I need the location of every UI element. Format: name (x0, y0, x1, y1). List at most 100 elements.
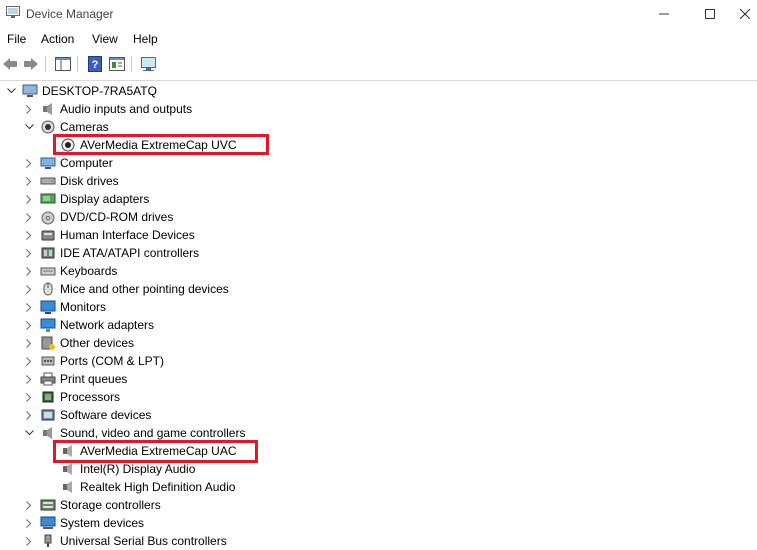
camera-icon (41, 120, 55, 134)
tree-category-item[interactable]: Ports (COM & LPT) (40, 352, 164, 370)
device-tree: DESKTOP-7RA5ATQ Audio inputs and outputs… (0, 80, 757, 548)
console-tree-icon (55, 57, 71, 71)
tree-item-label: Processors (60, 390, 121, 404)
computer-icon (22, 84, 38, 97)
minimize-button[interactable] (641, 0, 687, 28)
chevron-right-icon (26, 500, 32, 510)
expand-toggle[interactable] (24, 374, 34, 384)
tree-device-item[interactable]: Realtek High Definition Audio (60, 478, 235, 496)
properties-button[interactable] (108, 55, 126, 73)
tree-item-label: Intel(R) Display Audio (80, 462, 196, 476)
tree-item-label: Disk drives (60, 174, 119, 188)
tree-category-item[interactable]: IDE ATA/ATAPI controllers (40, 244, 199, 262)
expand-toggle[interactable] (24, 248, 34, 258)
tree-category-item[interactable]: Human Interface Devices (40, 226, 195, 244)
highlight-box-camera (53, 134, 269, 155)
expand-toggle[interactable] (24, 410, 34, 420)
tree-item-label: Ports (COM & LPT) (60, 354, 165, 368)
menu-view[interactable]: View (92, 32, 118, 46)
chevron-down-icon (6, 88, 16, 94)
expand-toggle[interactable] (24, 104, 34, 114)
expand-toggle[interactable] (24, 266, 34, 276)
menu-file[interactable]: File (7, 32, 26, 46)
close-button[interactable] (733, 0, 757, 28)
expand-toggle[interactable] (24, 194, 34, 204)
back-button[interactable] (1, 55, 19, 73)
minimize-icon (659, 13, 669, 15)
menu-bar: File Action View Help (0, 30, 757, 50)
tree-category-item[interactable]: Universal Serial Bus controllers (40, 532, 227, 550)
expand-toggle[interactable] (24, 338, 34, 348)
tree-category-item[interactable]: Monitors (40, 298, 106, 316)
maximize-button[interactable] (687, 0, 733, 28)
audio-device-icon (63, 463, 72, 475)
chevron-down-icon (24, 430, 34, 436)
tree-category-item[interactable]: Processors (40, 388, 120, 406)
tree-category-item[interactable]: Storage controllers (40, 496, 161, 514)
expand-toggle[interactable] (24, 302, 34, 312)
tree-item-label: Storage controllers (60, 498, 161, 512)
chevron-right-icon (26, 392, 32, 402)
expand-toggle[interactable] (24, 536, 34, 546)
tree-category-item[interactable]: Mice and other pointing devices (40, 280, 229, 298)
collapse-toggle[interactable] (24, 428, 34, 438)
help-button[interactable]: ? (86, 55, 104, 73)
tree-category-item[interactable]: Software devices (40, 406, 151, 424)
tree-category-item[interactable]: Other devices (40, 334, 134, 352)
tree-category-item[interactable]: Network adapters (40, 316, 154, 334)
close-icon (740, 9, 750, 19)
expand-toggle[interactable] (24, 500, 34, 510)
chevron-right-icon (26, 176, 32, 186)
tree-category-item[interactable]: Keyboards (40, 262, 117, 280)
tree-item-label: Display adapters (60, 192, 150, 206)
dvd-drive-icon (41, 211, 55, 225)
tree-category-item[interactable]: Audio inputs and outputs (40, 100, 192, 118)
chevron-right-icon (26, 356, 32, 366)
tree-category-item[interactable]: System devices (40, 514, 144, 532)
chevron-right-icon (26, 158, 32, 168)
expand-toggle[interactable] (24, 230, 34, 240)
expand-toggle[interactable] (24, 158, 34, 168)
toolbar-separator (77, 56, 78, 72)
show-hide-console-tree-button[interactable] (54, 55, 72, 73)
tree-item-label: Network adapters (60, 318, 155, 332)
expand-toggle[interactable] (24, 176, 34, 186)
expand-toggle[interactable] (24, 284, 34, 294)
hid-icon (41, 230, 55, 241)
tree-item-label: Cameras (60, 120, 109, 134)
forward-button[interactable] (22, 55, 40, 73)
scan-hardware-changes-button[interactable] (140, 55, 158, 73)
forward-arrow-icon (24, 58, 38, 70)
tree-root[interactable]: DESKTOP-7RA5ATQ (22, 82, 157, 100)
expand-toggle[interactable] (24, 320, 34, 330)
tree-category-item[interactable]: Disk drives (40, 172, 119, 190)
root-collapse-toggle[interactable] (6, 86, 16, 96)
tree-category-item[interactable]: Display adapters (40, 190, 149, 208)
chevron-right-icon (26, 194, 32, 204)
menu-action[interactable]: Action (41, 32, 74, 46)
collapse-toggle[interactable] (24, 122, 34, 132)
tree-item-label: Human Interface Devices (60, 228, 195, 242)
expand-toggle[interactable] (24, 518, 34, 528)
printer-icon (40, 372, 56, 386)
window-title: Device Manager (26, 7, 114, 21)
tree-item-label: Sound, video and game controllers (60, 426, 246, 440)
svg-text:?: ? (92, 59, 99, 71)
tree-item-label: Software devices (60, 408, 152, 422)
tree-category-item[interactable]: Print queues (40, 370, 127, 388)
tree-category-item[interactable]: DVD/CD-ROM drives (40, 208, 173, 226)
properties-icon (109, 57, 125, 71)
tree-item-label: Monitors (60, 300, 107, 314)
tree-category-item[interactable]: Computer (40, 154, 113, 172)
highlight-box-audio (53, 440, 258, 463)
title-bar: Device Manager (0, 0, 757, 28)
chevron-right-icon (26, 230, 32, 240)
menu-help[interactable]: Help (133, 32, 158, 46)
software-device-icon (41, 409, 55, 421)
expand-toggle[interactable] (24, 392, 34, 402)
expand-toggle[interactable] (24, 356, 34, 366)
tree-item-label: Mice and other pointing devices (60, 282, 229, 296)
expand-toggle[interactable] (24, 212, 34, 222)
toolbar: ? (0, 52, 757, 76)
chevron-right-icon (26, 266, 32, 276)
